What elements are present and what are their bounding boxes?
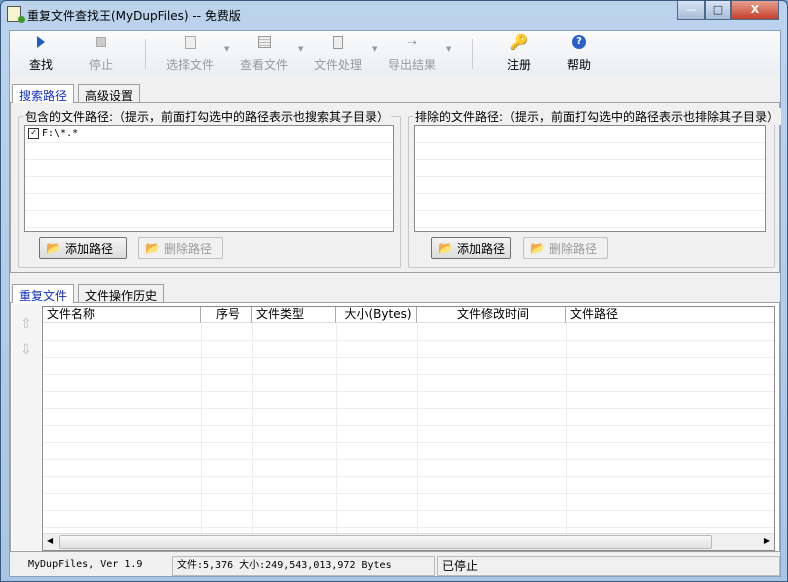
table-row[interactable]	[43, 493, 774, 494]
file-ops-button[interactable]: 文件处理	[310, 33, 366, 73]
scrollbar-thumb[interactable]	[59, 535, 712, 549]
dropdown-arrow-icon[interactable]: ▼	[446, 45, 451, 53]
move-down-icon[interactable]: ⇩	[20, 342, 32, 358]
folder-add-icon: 📂	[46, 241, 61, 255]
tab-file-history[interactable]: 文件操作历史	[78, 284, 165, 303]
include-label: 包含的文件路径:（提示，前面打勾选中的路径表示也搜索其子目录）	[23, 108, 392, 125]
window-title: 重复文件查找王(MyDupFiles) -- 免费版	[27, 9, 241, 23]
help-label: 帮助	[566, 58, 591, 72]
table-row[interactable]	[43, 340, 774, 341]
move-up-icon[interactable]: ⇧	[20, 316, 32, 332]
column-header-size[interactable]: 大小(Bytes)	[336, 307, 417, 323]
grid-line	[566, 323, 567, 533]
find-label: 查找	[28, 58, 53, 72]
remove-include-path-button[interactable]: 📂 删除路径	[138, 237, 223, 259]
column-header-path[interactable]: 文件路径	[566, 307, 774, 323]
register-button[interactable]: 🔑 注册	[502, 33, 536, 73]
grid-line	[336, 323, 337, 533]
close-button[interactable]: X	[731, 1, 779, 20]
include-group: 包含的文件路径:（提示，前面打勾选中的路径表示也搜索其子目录） ✓ F:\*.*…	[18, 108, 401, 268]
dropdown-arrow-icon[interactable]: ▼	[298, 45, 303, 53]
checkbox-doc-icon	[162, 33, 218, 51]
scroll-left-icon[interactable]: ◀	[47, 536, 53, 545]
grid-line	[417, 323, 418, 533]
toolbar-separator	[472, 39, 473, 69]
file-ops-label: 文件处理	[313, 58, 362, 72]
play-icon	[24, 33, 58, 51]
duplicate-files-panel: ⇧ ⇩ 文件名称 序号 文件类型 大小(Bytes) 文件修改时间 文件路径 ◀…	[10, 302, 780, 552]
select-files-label: 选择文件	[165, 58, 214, 72]
key-icon: 🔑	[509, 33, 529, 51]
export-label: 导出结果	[387, 58, 436, 72]
include-path-list[interactable]: ✓ F:\*.*	[24, 125, 394, 232]
calendar-icon	[236, 33, 292, 51]
add-include-path-button[interactable]: 📂 添加路径	[39, 237, 127, 259]
grid-line	[252, 323, 253, 533]
add-label: 添加路径	[456, 241, 505, 256]
table-row[interactable]	[43, 357, 774, 358]
search-paths-panel: 包含的文件路径:（提示，前面打勾选中的路径表示也搜索其子目录） ✓ F:\*.*…	[10, 102, 782, 273]
path-text: F:\*.*	[42, 128, 79, 139]
list-item[interactable]: ✓ F:\*.*	[25, 126, 393, 141]
table-row[interactable]	[43, 374, 774, 375]
tab-duplicate-files[interactable]: 重复文件	[12, 284, 75, 303]
toolbar: 查找 停止 选择文件 ▼ 查看文件 ▼ 文件处理 ▼ ⇢ 导出结果 ▼ 🔑 注册…	[10, 31, 780, 76]
table-row[interactable]	[43, 459, 774, 460]
select-files-button[interactable]: 选择文件	[162, 33, 218, 73]
remove-exclude-path-button[interactable]: 📂 删除路径	[523, 237, 608, 259]
status-summary: 文件:5,376 大小:249,543,013,972 Bytes	[172, 556, 435, 576]
view-files-label: 查看文件	[239, 58, 288, 72]
exclude-group: 排除的文件路径:（提示，前面打勾选中的路径表示也排除其子目录） 📂 添加路径 📂 删…	[408, 108, 782, 268]
table-row[interactable]	[43, 442, 774, 443]
help-icon: ?	[562, 33, 596, 51]
view-files-button[interactable]: 查看文件	[236, 33, 292, 73]
status-version: MyDupFiles, Ver 1.9	[28, 559, 143, 570]
column-header-index[interactable]: 序号	[201, 307, 252, 323]
folder-remove-icon: 📂	[145, 241, 160, 255]
table-row[interactable]	[43, 476, 774, 477]
table-row[interactable]	[43, 391, 774, 392]
table-row[interactable]	[43, 408, 774, 409]
column-header-modified[interactable]: 文件修改时间	[417, 307, 566, 323]
folder-remove-icon: 📂	[530, 241, 545, 255]
app-icon	[7, 6, 25, 23]
stop-icon	[84, 33, 118, 51]
minimize-button[interactable]: —	[677, 1, 705, 20]
grid-line	[201, 323, 202, 533]
dropdown-arrow-icon[interactable]: ▼	[224, 45, 229, 53]
dropdown-arrow-icon[interactable]: ▼	[372, 45, 377, 53]
folder-add-icon: 📂	[438, 241, 453, 255]
scroll-right-icon[interactable]: ▶	[764, 536, 770, 545]
client-area: 查找 停止 选择文件 ▼ 查看文件 ▼ 文件处理 ▼ ⇢ 导出结果 ▼ 🔑 注册…	[9, 30, 782, 577]
export-icon: ⇢	[407, 35, 417, 49]
horizontal-scrollbar[interactable]: ◀ ▶	[43, 533, 774, 550]
tab-advanced-settings[interactable]: 高级设置	[78, 84, 141, 103]
find-button[interactable]: 查找	[24, 33, 58, 73]
column-header-type[interactable]: 文件类型	[252, 307, 336, 323]
app-window: 重复文件查找王(MyDupFiles) -- 免费版 — □ X 查找 停止 选…	[0, 0, 788, 582]
copy-icon	[310, 33, 366, 51]
register-label: 注册	[506, 58, 531, 72]
maximize-button[interactable]: □	[705, 1, 731, 20]
remove-label: 删除路径	[163, 241, 212, 256]
exclude-label: 排除的文件路径:（提示，前面打勾选中的路径表示也排除其子目录）	[413, 108, 782, 125]
table-row[interactable]	[43, 510, 774, 511]
stop-label: 停止	[88, 58, 113, 72]
export-button[interactable]: ⇢ 导出结果	[384, 33, 440, 73]
exclude-path-list[interactable]	[414, 125, 766, 232]
checkbox[interactable]: ✓	[28, 128, 39, 139]
table-row[interactable]	[43, 527, 774, 528]
add-label: 添加路径	[64, 241, 113, 256]
stop-button[interactable]: 停止	[84, 33, 118, 73]
toolbar-separator	[145, 39, 146, 69]
table-row[interactable]	[43, 425, 774, 426]
help-button[interactable]: ? 帮助	[562, 33, 596, 73]
reorder-column: ⇧ ⇩	[12, 304, 41, 550]
tab-search-paths[interactable]: 搜索路径	[12, 84, 75, 103]
duplicate-files-table[interactable]: 文件名称 序号 文件类型 大小(Bytes) 文件修改时间 文件路径 ◀ ▶	[42, 306, 775, 551]
remove-label: 删除路径	[548, 241, 597, 256]
status-state: 已停止	[437, 556, 780, 576]
add-exclude-path-button[interactable]: 📂 添加路径	[431, 237, 511, 259]
column-header-name[interactable]: 文件名称	[43, 307, 201, 323]
